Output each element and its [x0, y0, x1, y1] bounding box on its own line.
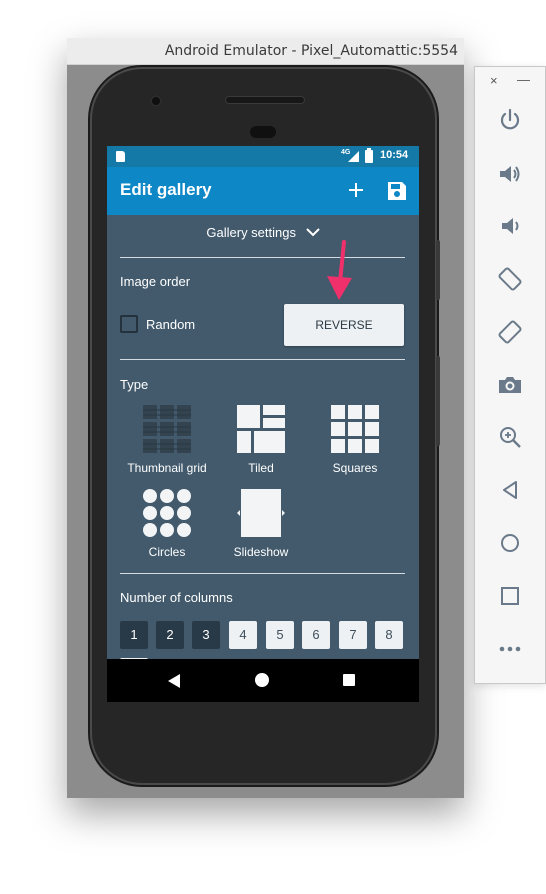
reverse-button[interactable]: REVERSE: [284, 304, 404, 346]
app-bar: Edit gallery: [107, 167, 419, 215]
volume-down-icon: [502, 218, 519, 234]
column-option-3[interactable]: 3: [192, 621, 220, 649]
column-option-6[interactable]: 6: [302, 621, 330, 649]
gallery-settings-panel: Gallery settings Image order Random REVE…: [107, 215, 419, 666]
signal-icon: [348, 151, 359, 162]
overview-button[interactable]: [497, 583, 523, 609]
rotate-right-button[interactable]: [497, 319, 523, 345]
camera-icon: [499, 377, 521, 393]
chevron-down-icon: [305, 227, 320, 236]
type-label: Type: [120, 377, 149, 392]
power-side-button: [436, 240, 440, 300]
save-button[interactable]: [384, 178, 410, 204]
back-triangle-icon[interactable]: [168, 674, 180, 688]
zoom-button[interactable]: [497, 424, 523, 450]
gallery-settings-label: Gallery settings: [206, 225, 296, 240]
random-checkbox[interactable]: [120, 315, 138, 333]
gallery-settings-toggle[interactable]: Gallery settings: [107, 225, 419, 247]
volume-side-button: [436, 356, 440, 446]
home-circle-icon[interactable]: [255, 673, 269, 687]
type-label-slideshow: Slideshow: [233, 545, 289, 559]
type-slideshow[interactable]: Slideshow: [215, 489, 307, 561]
toolbar-close-button[interactable]: ×: [490, 73, 498, 88]
status-time: 10:54: [380, 149, 409, 161]
plus-icon: [349, 183, 363, 197]
battery-icon: [365, 148, 373, 163]
front-camera: [150, 95, 162, 107]
tiled-icon: [237, 405, 285, 453]
number-of-columns-label: Number of columns: [120, 590, 233, 605]
volume-down-button[interactable]: [497, 213, 523, 239]
type-label-squares: Squares: [332, 461, 378, 475]
circles-icon: [143, 489, 191, 537]
more-icon: [499, 646, 521, 652]
power-button[interactable]: [497, 107, 523, 133]
page-title: Edit gallery: [120, 180, 212, 199]
power-icon: [500, 108, 520, 130]
type-thumbnail-grid[interactable]: Thumbnail grid: [121, 405, 213, 477]
slideshow-icon: [237, 489, 285, 537]
rotate-right-icon: [498, 320, 522, 344]
type-label-thumbnail-grid: Thumbnail grid: [127, 461, 207, 475]
add-button[interactable]: [341, 175, 371, 205]
window-title: Android Emulator - Pixel_Automattic:5554: [67, 38, 464, 65]
back-icon: [503, 481, 517, 499]
more-button[interactable]: [497, 636, 523, 662]
proximity-sensor: [250, 126, 276, 138]
rotate-left-button[interactable]: [497, 266, 523, 292]
toolbar-minimize-button[interactable]: —: [517, 72, 530, 87]
column-option-1[interactable]: 1: [120, 621, 148, 649]
random-label: Random: [146, 317, 196, 332]
android-nav-bar: [107, 659, 419, 702]
screenshot-button[interactable]: [497, 372, 523, 398]
squares-icon: [331, 405, 379, 453]
type-circles[interactable]: Circles: [121, 489, 213, 561]
type-label-tiled: Tiled: [248, 461, 274, 475]
column-option-8[interactable]: 8: [375, 621, 403, 649]
column-option-2[interactable]: 2: [156, 621, 184, 649]
column-option-4[interactable]: 4: [229, 621, 257, 649]
floppy-disk-icon: [388, 182, 406, 200]
divider: [120, 257, 405, 258]
home-button[interactable]: [497, 530, 523, 556]
type-label-circles: Circles: [148, 545, 186, 559]
status-bar: 4G 10:54: [107, 146, 419, 167]
thumbnail-grid-icon: [143, 405, 191, 453]
column-option-5[interactable]: 5: [266, 621, 294, 649]
image-order-label: Image order: [120, 274, 191, 289]
rotate-left-icon: [498, 267, 522, 291]
type-squares[interactable]: Squares: [309, 405, 401, 477]
back-button[interactable]: [497, 477, 523, 503]
volume-up-button[interactable]: [497, 161, 523, 187]
phone-screen: 4G 10:54 Edit gallery Gallery settings I…: [107, 146, 419, 702]
earpiece-speaker: [225, 96, 305, 104]
zoom-icon: [500, 427, 521, 448]
pointer-arrow-annotation: [327, 240, 352, 300]
emulator-toolbar: × —: [474, 66, 546, 684]
home-icon: [501, 534, 519, 552]
overview-icon: [501, 587, 519, 605]
type-tiled[interactable]: Tiled: [215, 405, 307, 477]
column-option-7[interactable]: 7: [339, 621, 367, 649]
recents-square-icon[interactable]: [343, 674, 355, 686]
divider: [120, 359, 405, 360]
sd-card-icon: [116, 151, 125, 162]
divider: [120, 573, 405, 574]
volume-up-icon: [500, 166, 520, 182]
